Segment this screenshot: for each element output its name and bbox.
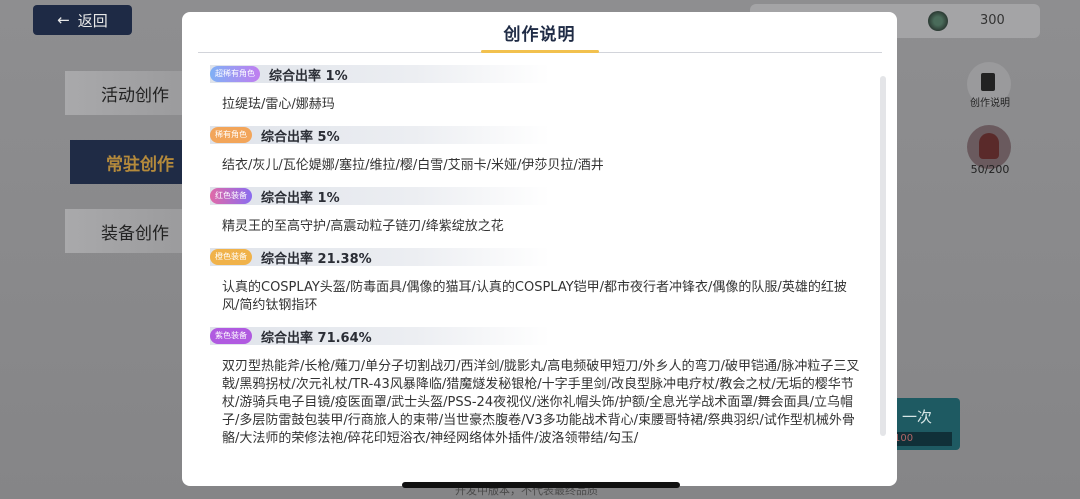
back-label: 返回 xyxy=(77,11,108,30)
back-button[interactable]: ← 返回 xyxy=(33,5,132,35)
tab-label: 活动创作 xyxy=(101,85,169,106)
rate-section-rare-character: 稀有角色 综合出率 5% 结衣/灰儿/瓦伦媞娜/塞拉/维拉/樱/白雪/艾丽卡/米… xyxy=(210,125,870,175)
rates-list[interactable]: 超稀有角色 综合出率 1% 拉缇珐/雷心/娜赫玛 稀有角色 综合出率 5% 结衣… xyxy=(210,64,870,474)
rate-label: 综合出率 5% xyxy=(261,129,340,145)
item-list: 双刃型热能斧/长枪/薙刀/单分子切割战刃/西洋剑/胧影丸/高电频破甲短刀/外乡人… xyxy=(222,359,860,446)
rarity-badge: 稀有角色 xyxy=(210,127,252,143)
item-list: 精灵王的至高守护/高震动粒子链刃/绛紫绽放之花 xyxy=(222,219,504,234)
scrollbar[interactable] xyxy=(880,76,886,436)
section-header-bar xyxy=(210,65,550,83)
tab-event-creation[interactable]: 活动创作 xyxy=(65,71,193,115)
tab-standard-creation[interactable]: 常驻创作 xyxy=(70,140,198,184)
tab-equipment-creation[interactable]: 装备创作 xyxy=(65,209,193,253)
rarity-badge: 红色装备 xyxy=(210,188,252,204)
item-list: 拉缇珐/雷心/娜赫玛 xyxy=(222,97,335,112)
rate-label: 综合出率 21.38% xyxy=(261,251,372,267)
draw-cost: 100 xyxy=(890,432,952,446)
rate-section-purple-equipment: 紫色装备 综合出率 71.64% 双刃型热能斧/长枪/薙刀/单分子切割战刃/西洋… xyxy=(210,326,870,448)
item-list: 认真的COSPLAY头盔/防毒面具/偶像的猫耳/认真的COSPLAY铠甲/都市夜… xyxy=(222,280,847,313)
arrow-left-icon: ← xyxy=(57,11,70,29)
title-accent-bar xyxy=(481,50,599,53)
rate-section-orange-equipment: 橙色装备 综合出率 21.38% 认真的COSPLAY头盔/防毒面具/偶像的猫耳… xyxy=(210,247,870,315)
rarity-badge: 橙色装备 xyxy=(210,249,252,265)
rarity-badge: 超稀有角色 xyxy=(210,66,260,82)
character-portrait-icon xyxy=(979,133,999,159)
guide-label: 创作说明 xyxy=(970,98,1010,109)
rate-label: 综合出率 1% xyxy=(261,190,340,206)
draw-label: 一次 xyxy=(902,408,933,426)
home-indicator[interactable] xyxy=(402,482,680,488)
tab-label: 装备创作 xyxy=(101,223,169,244)
modal-title: 创作说明 xyxy=(503,25,576,45)
creation-info-modal: 创作说明 超稀有角色 综合出率 1% 拉缇珐/雷心/娜赫玛 稀有角色 综合出率 … xyxy=(182,12,897,486)
rate-label: 综合出率 1% xyxy=(269,68,348,84)
tab-label: 常驻创作 xyxy=(106,154,174,175)
rarity-badge: 紫色装备 xyxy=(210,328,252,344)
currency-value: 300 xyxy=(980,13,1005,28)
currency-coin-icon xyxy=(928,11,948,31)
book-icon xyxy=(981,73,995,91)
rate-label: 综合出率 71.64% xyxy=(261,330,372,346)
rate-section-red-equipment: 红色装备 综合出率 1% 精灵王的至高守护/高震动粒子链刃/绛紫绽放之花 xyxy=(210,186,870,236)
capacity-count: 50/200 xyxy=(970,163,1010,176)
rate-section-ssr-character: 超稀有角色 综合出率 1% 拉缇珐/雷心/娜赫玛 xyxy=(210,64,870,114)
item-list: 结衣/灰儿/瓦伦媞娜/塞拉/维拉/樱/白雪/艾丽卡/米娅/伊莎贝拉/酒井 xyxy=(222,158,604,173)
